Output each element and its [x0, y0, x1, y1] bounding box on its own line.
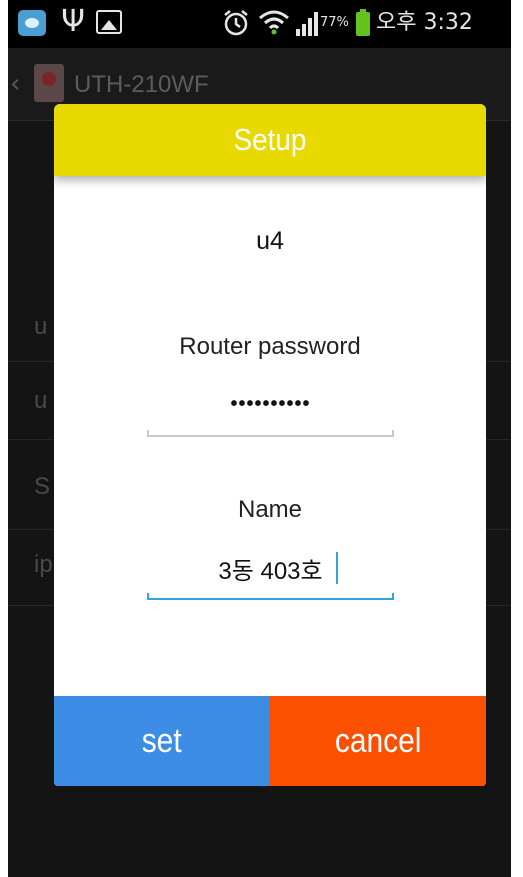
dialog-header: Setup — [54, 104, 486, 176]
name-field — [147, 550, 394, 586]
app-logo — [34, 64, 64, 102]
dialog-title: Setup — [233, 122, 307, 157]
battery-icon — [356, 9, 370, 36]
name-input[interactable] — [147, 550, 394, 586]
set-button[interactable]: set — [54, 696, 270, 786]
signal-icon — [296, 12, 318, 36]
left-margin — [0, 0, 8, 877]
cancel-button[interactable]: cancel — [270, 696, 486, 786]
wifi-icon — [259, 10, 289, 35]
message-icon — [18, 10, 46, 36]
right-margin — [511, 0, 523, 877]
status-bar: Ψ 77% 오후 3:32 — [8, 0, 511, 48]
image-icon — [96, 10, 122, 34]
clock: 오후 3:32 — [376, 10, 473, 35]
phone-screen: Ψ 77% 오후 3:32 ‹ UTH-210WF u u S ip Setup… — [0, 0, 523, 877]
router-password-label: Router password — [179, 333, 361, 360]
name-label: Name — [237, 496, 303, 523]
name-underline — [147, 593, 394, 600]
battery-percent: 77% — [320, 15, 349, 30]
usb-icon: Ψ — [61, 4, 85, 39]
router-password-field — [147, 386, 394, 422]
set-button-label: set — [142, 722, 182, 760]
setup-dialog: Setup u4 Router password Name set cancel — [54, 104, 486, 786]
text-cursor — [336, 552, 338, 584]
password-underline — [147, 430, 394, 437]
device-name: u4 — [256, 227, 284, 255]
alarm-icon — [224, 10, 248, 36]
cancel-button-label: cancel — [334, 722, 422, 760]
router-password-input[interactable] — [147, 386, 394, 422]
app-title: UTH-210WF — [74, 71, 209, 98]
back-icon[interactable]: ‹ — [10, 70, 20, 98]
